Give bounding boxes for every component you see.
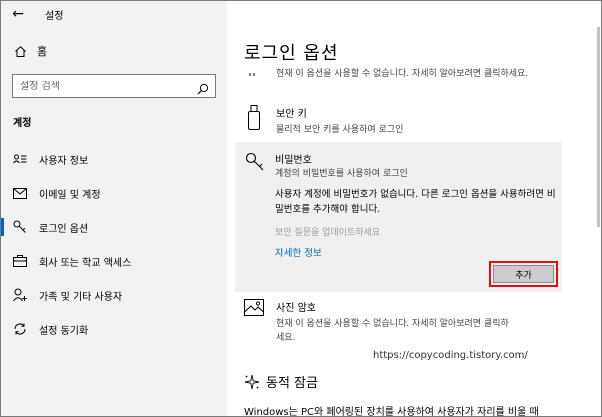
sidebar-item-family[interactable]: 가족 및 기타 사용자 <box>1 280 227 310</box>
option-desc: 현재 이 옵션을 사용할 수 없습니다. 자세히 알아보려면 클릭하세요. <box>276 319 509 343</box>
scrollbar[interactable] <box>597 27 601 416</box>
search-box[interactable] <box>12 74 216 98</box>
scrollbar-thumb[interactable] <box>597 27 600 227</box>
person-add-icon <box>11 288 29 302</box>
password-panel: 비밀번호 계정의 비밀번호를 사용하여 로그인 사용자 계정에 비밀번호가 없습… <box>235 142 562 292</box>
option-hidden-top[interactable]: 현재 이 옵션을 사용할 수 없습니다. 자세히 알아보려면 클릭하세요. <box>244 67 528 81</box>
picture-icon <box>244 299 264 345</box>
option-picture-password[interactable]: 사진 암호 현재 이 옵션을 사용할 수 없습니다. 자세히 알아보려면 클릭하… <box>244 299 516 345</box>
add-button-highlight: 추가 <box>489 261 558 287</box>
briefcase-icon <box>11 255 29 267</box>
sidebar-item-label: 로그인 옵션 <box>39 223 89 235</box>
sidebar-item-label: 회사 또는 학교 액세스 <box>39 257 132 269</box>
option-title: 보안 키 <box>276 109 307 120</box>
password-title: 비밀번호 <box>275 155 312 166</box>
option-security-key[interactable]: 보안 키 물리적 보안 키를 사용하여 로그인 <box>244 105 403 137</box>
window-title: 설정 <box>45 11 64 22</box>
main-content: 로그인 옵션 현재 이 옵션을 사용할 수 없습니다. 자세히 알아보려면 클릭… <box>227 1 601 417</box>
security-questions-link: 보안 질문을 업데이트하세요 <box>275 228 381 238</box>
sidebar-item-sync[interactable]: 설정 동기화 <box>1 314 227 344</box>
key-icon <box>11 220 29 234</box>
sidebar-home[interactable]: 홈 <box>13 43 47 59</box>
home-label: 홈 <box>37 45 48 58</box>
back-arrow-icon: ← <box>12 6 24 22</box>
sidebar-item-label: 가족 및 기타 사용자 <box>39 291 123 303</box>
sidebar-item-label: 설정 동기화 <box>39 325 89 337</box>
mail-icon <box>11 187 29 199</box>
sidebar-item-email[interactable]: 이메일 및 계정 <box>1 178 227 208</box>
key-icon <box>245 152 265 176</box>
sparkle-icon <box>244 374 260 390</box>
add-button[interactable]: 추가 <box>493 265 554 283</box>
watermark-text: https://copycoding.tistory.com/ <box>373 350 528 361</box>
option-desc: 현재 이 옵션을 사용할 수 없습니다. 자세히 알아보려면 클릭하세요. <box>276 69 529 79</box>
sidebar-item-label: 이메일 및 계정 <box>39 189 101 201</box>
usb-key-icon <box>244 105 264 137</box>
search-input[interactable] <box>13 80 183 92</box>
sidebar-item-label: 사용자 정보 <box>39 155 89 167</box>
sync-icon <box>11 322 29 336</box>
password-desc: 계정의 비밀번호를 사용하여 로그인 <box>275 169 408 179</box>
dynamic-lock-desc: Windows는 PC와 페어링된 장치를 사용하여 사용자가 자리를 비울 때 <box>244 407 539 417</box>
more-info-link[interactable]: 자세한 정보 <box>275 245 322 259</box>
sidebar: 홈 계정 사용자 정보 이메일 및 계정 로그인 옵션 <box>1 27 227 416</box>
page-title: 로그인 옵션 <box>244 43 339 64</box>
search-icon[interactable] <box>197 80 209 99</box>
password-note: 사용자 계정에 비밀번호가 없습니다. 다른 로그인 옵션을 사용하려면 비밀번… <box>275 189 556 215</box>
dynamic-lock-heading: 동적 잠금 <box>244 372 318 391</box>
settings-window: ← 설정 — □ ✕ 홈 계정 <box>0 0 602 417</box>
sidebar-item-sign-in-options[interactable]: 로그인 옵션 <box>1 212 227 242</box>
sidebar-item-user-info[interactable]: 사용자 정보 <box>1 144 227 174</box>
sidebar-item-work-school[interactable]: 회사 또는 학교 액세스 <box>1 246 227 276</box>
title-bar-left: ← 설정 <box>1 1 227 27</box>
person-card-icon <box>11 153 29 165</box>
back-button[interactable]: ← <box>1 1 35 27</box>
dynamic-lock-title: 동적 잠금 <box>266 376 318 391</box>
home-icon <box>13 45 27 58</box>
option-desc: 물리적 보안 키를 사용하여 로그인 <box>276 125 404 135</box>
section-heading: 계정 <box>13 118 32 129</box>
fingerprint-icon <box>244 67 264 77</box>
option-title: 사진 암호 <box>276 303 316 314</box>
